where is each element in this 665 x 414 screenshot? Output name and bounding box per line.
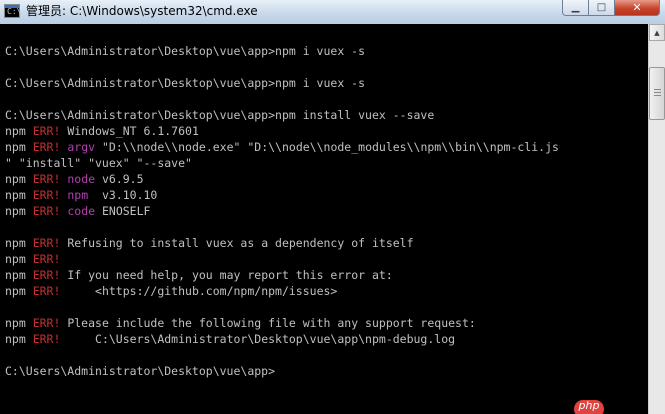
keyword-label: node bbox=[67, 172, 96, 186]
console-text: " "install" "vuex" "--save" bbox=[5, 156, 192, 170]
console-text: npm bbox=[5, 188, 33, 202]
console-line: C:\Users\Administrator\Desktop\vue\app>n… bbox=[5, 43, 365, 59]
console-line: npm ERR! Refusing to install vuex as a d… bbox=[5, 235, 414, 251]
err-label: ERR! bbox=[32, 172, 61, 186]
close-button[interactable]: ✕ bbox=[615, 0, 660, 16]
console-line: " "install" "vuex" "--save" bbox=[5, 155, 192, 171]
maximize-button[interactable]: □ bbox=[589, 0, 615, 16]
err-label: ERR! bbox=[32, 204, 61, 218]
cmd-icon-glyph: C:\ bbox=[7, 7, 22, 16]
console-text: npm bbox=[5, 140, 33, 154]
console-text: Refusing to install vuex as a dependency… bbox=[60, 236, 414, 250]
console-text: npm bbox=[5, 268, 33, 282]
err-label: ERR! bbox=[32, 124, 61, 138]
console-line: npm ERR! <https://github.com/npm/npm/iss… bbox=[5, 283, 337, 299]
scrollbar-thumb[interactable] bbox=[649, 67, 665, 120]
console-text: npm bbox=[5, 252, 33, 266]
console-line: npm ERR! Please include the following fi… bbox=[5, 315, 476, 331]
console-line: C:\Users\Administrator\Desktop\vue\app>n… bbox=[5, 107, 434, 123]
scroll-up-arrow-icon: ▲ bbox=[654, 28, 660, 37]
console-line: C:\Users\Administrator\Desktop\vue\app>n… bbox=[5, 75, 365, 91]
err-label: ERR! bbox=[32, 188, 61, 202]
console-text: Windows_NT 6.1.7601 bbox=[60, 124, 199, 138]
console-line: npm ERR! argv "D:\\node\\node.exe" "D:\\… bbox=[5, 139, 559, 155]
window-title: 管理员: C:\Windows\system32\cmd.exe bbox=[26, 4, 258, 18]
err-label: ERR! bbox=[32, 316, 61, 330]
console-line: npm ERR! bbox=[5, 251, 60, 267]
title-bar[interactable]: C:\ 管理员: C:\Windows\system32\cmd.exe ▁ □… bbox=[0, 0, 665, 24]
console-text: C:\Users\Administrator\Desktop\vue\app\n… bbox=[60, 332, 456, 346]
err-label: ERR! bbox=[32, 332, 61, 346]
console-text: npm bbox=[5, 332, 33, 346]
console-text: Please include the following file with a… bbox=[60, 316, 476, 330]
vertical-scrollbar[interactable]: ▲ bbox=[648, 24, 665, 414]
console-text: C:\Users\Administrator\Desktop\vue\app>n… bbox=[5, 108, 435, 122]
site-watermark-logo: php bbox=[574, 400, 604, 414]
console-line: npm ERR! Windows_NT 6.1.7601 bbox=[5, 123, 199, 139]
console-text: npm bbox=[5, 284, 33, 298]
console-text: npm bbox=[5, 316, 33, 330]
cmd-window: C:\ 管理员: C:\Windows\system32\cmd.exe ▁ □… bbox=[0, 0, 665, 414]
console-text: npm bbox=[5, 124, 33, 138]
console-text: "D:\\node\\node.exe" "D:\\node\\node_mod… bbox=[95, 140, 559, 154]
err-label: ERR! bbox=[32, 140, 61, 154]
minimize-icon: ▁ bbox=[571, 1, 580, 13]
console-text: C:\Users\Administrator\Desktop\vue\app> bbox=[5, 364, 276, 378]
console-text: npm bbox=[5, 236, 33, 250]
keyword-label: argv bbox=[67, 140, 96, 154]
console-line: C:\Users\Administrator\Desktop\vue\app> bbox=[5, 363, 275, 379]
console-output[interactable]: C:\Users\Administrator\Desktop\vue\app> n… bbox=[0, 24, 648, 414]
console-text: <https://github.com/npm/npm/issues> bbox=[60, 284, 338, 298]
cmd-console-icon[interactable]: C:\ bbox=[4, 4, 22, 18]
scroll-up-button[interactable]: ▲ bbox=[649, 24, 665, 41]
console-line: npm ERR! If you need help, you may repor… bbox=[5, 267, 393, 283]
minimize-button[interactable]: ▁ bbox=[562, 0, 589, 16]
err-label: ERR! bbox=[32, 284, 61, 298]
console-text: ENOSELF bbox=[95, 204, 151, 218]
console-text: npm bbox=[5, 204, 33, 218]
watermark-text: php bbox=[578, 399, 600, 412]
console-text: npm bbox=[5, 172, 33, 186]
console-line: npm ERR! C:\Users\Administrator\Desktop\… bbox=[5, 331, 455, 347]
console-line: npm ERR! code ENOSELF bbox=[5, 203, 150, 219]
console-text: If you need help, you may report this er… bbox=[60, 268, 393, 282]
console-text: C:\Users\Administrator\Desktop\vue\app>n… bbox=[5, 76, 366, 90]
keyword-label: code bbox=[67, 204, 96, 218]
console-line: npm ERR! npm v3.10.10 bbox=[5, 187, 157, 203]
close-icon: ✕ bbox=[632, 0, 642, 14]
console-text: C:\Users\Administrator\Desktop\vue\app>n… bbox=[5, 44, 366, 58]
err-label: ERR! bbox=[32, 252, 61, 266]
console-text: v3.10.10 bbox=[88, 188, 158, 202]
err-label: ERR! bbox=[32, 268, 61, 282]
thumb-grip-icon bbox=[654, 89, 661, 98]
err-label: ERR! bbox=[32, 236, 61, 250]
keyword-label: npm bbox=[67, 188, 89, 202]
console-line: npm ERR! node v6.9.5 bbox=[5, 171, 144, 187]
maximize-icon: □ bbox=[596, 1, 607, 13]
console-text: v6.9.5 bbox=[95, 172, 144, 186]
